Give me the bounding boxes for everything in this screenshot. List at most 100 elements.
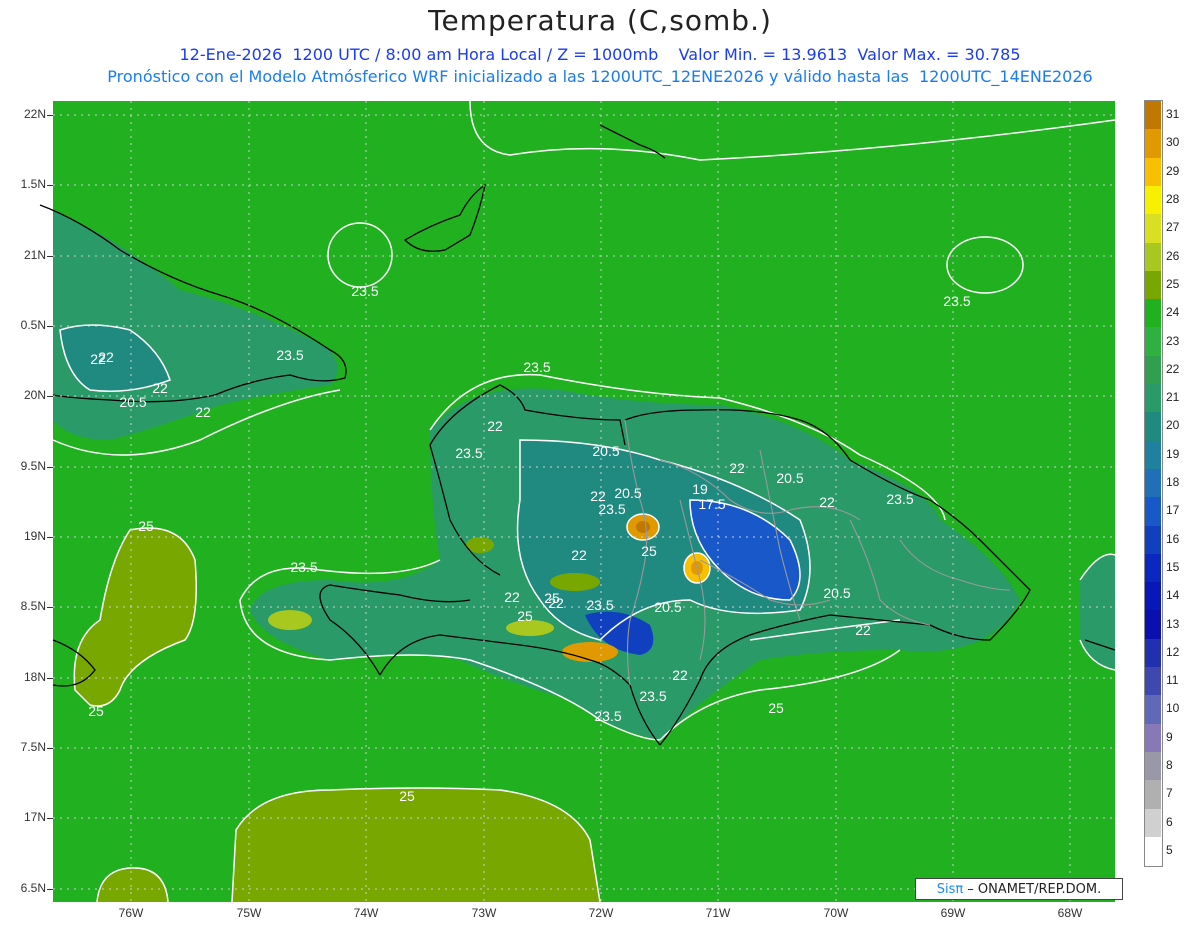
lon-tick-label: 75W — [236, 906, 262, 920]
contour-label: 23.5 — [943, 293, 970, 309]
lat-tick-label: 6.5N — [20, 881, 46, 895]
hotspot-3 — [562, 642, 618, 662]
contour-label: 17.5 — [698, 496, 725, 512]
lon-tick-label: 76W — [118, 906, 144, 920]
colorbar-label: 10 — [1166, 701, 1180, 716]
credit-brand: Sisπ — [936, 881, 964, 897]
colorbar-label: 22 — [1166, 361, 1180, 376]
map-title: Temperatura (C,somb.) — [428, 4, 772, 37]
lat-tick — [47, 326, 53, 327]
colorbar-label: 25 — [1166, 276, 1180, 291]
contour-label: 25 — [517, 608, 533, 624]
colorbar-label: 27 — [1166, 220, 1180, 235]
lat-tick — [47, 537, 53, 538]
lat-tick — [47, 678, 53, 679]
contour-label: 19 — [692, 481, 708, 497]
contour-label: 20.5 — [119, 394, 146, 410]
colorbar-label: 14 — [1166, 588, 1180, 603]
contour-label: 22 — [487, 418, 503, 434]
lon-tick-label: 69W — [940, 906, 966, 920]
colorbar-label: 18 — [1166, 475, 1180, 490]
contour-label: 23.5 — [639, 688, 666, 704]
contour-label: 22 — [504, 589, 520, 605]
lon-tick-label: 70W — [823, 906, 849, 920]
contour-label: 23.5 — [351, 283, 378, 299]
contour-label: 22 — [855, 622, 871, 638]
contour-label: 22 — [90, 351, 106, 367]
lat-tick-label: 17N — [23, 810, 46, 824]
contour-label: 23.5 — [586, 597, 613, 613]
colorbar-label: 26 — [1166, 248, 1180, 263]
credit-box: Sisπ – ONAMET/REP.DOM. — [915, 878, 1123, 900]
lat-tick-label: 1.5N — [20, 177, 46, 191]
lat-tick — [47, 115, 53, 116]
lat-tick — [47, 607, 53, 608]
contour-label: 23.5 — [523, 359, 550, 375]
colorbar-label: 24 — [1166, 305, 1180, 320]
lat-tick — [47, 185, 53, 186]
lon-tick-label: 68W — [1057, 906, 1083, 920]
warm-region-south — [232, 788, 600, 902]
colorbar-label: 30 — [1166, 135, 1180, 150]
hotspot-1-core — [636, 521, 650, 533]
colorbar-label: 9 — [1166, 729, 1173, 744]
contour-label: 25 — [641, 543, 657, 559]
contour-label: 25 — [138, 518, 154, 534]
contour-label: 22 — [819, 494, 835, 510]
lat-tick-label: 20N — [23, 388, 46, 402]
lat-tick — [47, 396, 53, 397]
hotspot-4 — [268, 610, 312, 630]
contour-label: 23.5 — [290, 559, 317, 575]
colorbar-label: 28 — [1166, 192, 1180, 207]
lat-tick-label: 7.5N — [20, 740, 46, 754]
lat-tick-label: 19N — [23, 529, 46, 543]
contour-label: 23.5 — [598, 501, 625, 517]
colorbar-label: 5 — [1166, 842, 1173, 857]
colorbar-label: 19 — [1166, 446, 1180, 461]
colorbar-label: 29 — [1166, 163, 1180, 178]
lat-tick-label: 22N — [23, 107, 46, 121]
contour-label: 25 — [88, 703, 104, 719]
lat-tick-label: 21N — [23, 248, 46, 262]
contour-label: 20.5 — [776, 470, 803, 486]
contour-label: 20.5 — [592, 443, 619, 459]
contour-label: 22 — [729, 460, 745, 476]
contour-label: 23.5 — [276, 347, 303, 363]
colorbar-frame — [1144, 100, 1163, 868]
colorbar-label: 11 — [1166, 673, 1179, 688]
contour-label: 25 — [768, 700, 784, 716]
map-subtitle-timestamp: 12-Ene-2026 1200 UTC / 8:00 am Hora Loca… — [179, 45, 1021, 64]
lon-tick-label: 71W — [705, 906, 731, 920]
hotspot-5 — [550, 573, 600, 591]
map-subtitle-model-info: Pronóstico con el Modelo Atmósferico WRF… — [107, 67, 1093, 86]
lat-tick — [47, 889, 53, 890]
colorbar-label: 13 — [1166, 616, 1180, 631]
lat-tick-label: 9.5N — [20, 459, 46, 473]
colorbar-label: 7 — [1166, 786, 1173, 801]
colorbar-label: 8 — [1166, 758, 1173, 773]
colorbar-label: 31 — [1166, 107, 1180, 122]
contour-label: 22 — [571, 547, 587, 563]
contour-label: 25 — [399, 788, 415, 804]
colorbar-label: 15 — [1166, 559, 1180, 574]
colorbar-label: 20 — [1166, 418, 1180, 433]
contour-label: 22 — [672, 667, 688, 683]
contour-label: 25 — [544, 590, 560, 606]
lat-tick-label: 0.5N — [20, 318, 46, 332]
colorbar-label: 17 — [1166, 503, 1180, 518]
contour-label: 23.5 — [455, 445, 482, 461]
colorbar-label: 12 — [1166, 644, 1180, 659]
lat-tick — [47, 748, 53, 749]
contour-label: 22 — [152, 380, 168, 396]
lon-tick-label: 72W — [588, 906, 614, 920]
colorbar-label: 23 — [1166, 333, 1180, 348]
contour-label: 20.5 — [823, 585, 850, 601]
contour-label: 20.5 — [654, 599, 681, 615]
credit-text: – ONAMET/REP.DOM. — [967, 881, 1102, 897]
lon-tick-label: 73W — [471, 906, 497, 920]
lat-tick — [47, 256, 53, 257]
contour-label: 22 — [195, 404, 211, 420]
contour-label: 23.5 — [886, 491, 913, 507]
colorbar-label: 16 — [1166, 531, 1180, 546]
lat-tick-label: 18N — [23, 670, 46, 684]
